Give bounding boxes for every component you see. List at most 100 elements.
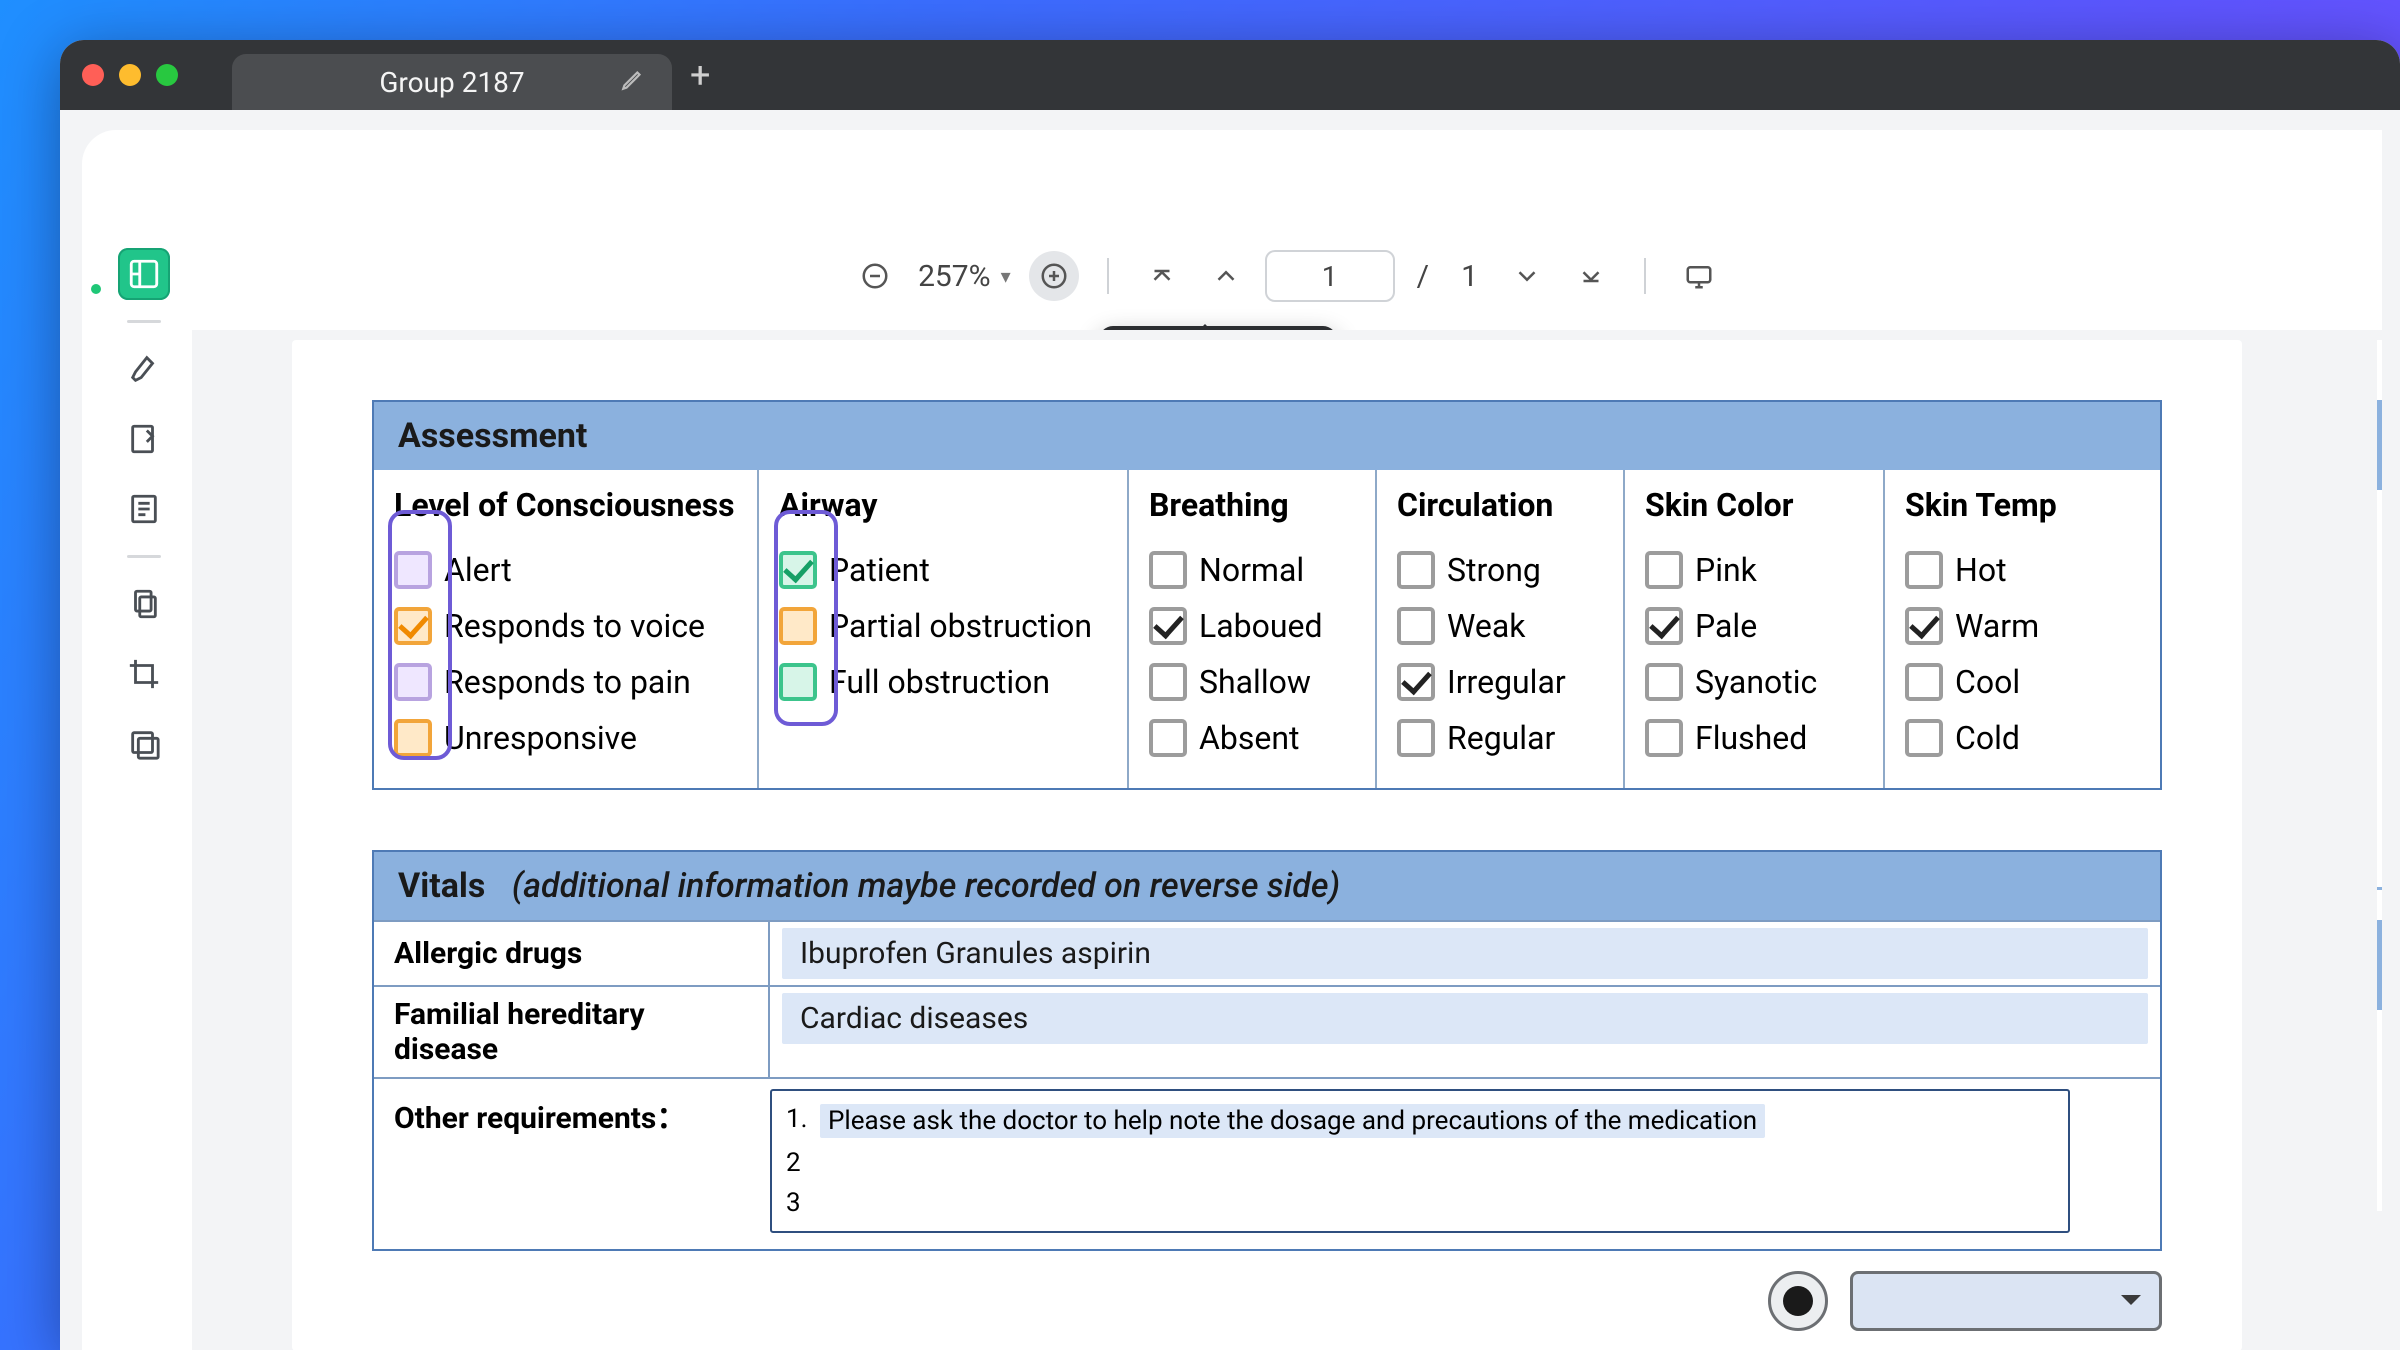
page-separator: / [1409, 259, 1437, 294]
extract-icon[interactable] [118, 718, 170, 770]
previous-page-button[interactable] [1201, 251, 1251, 301]
caret-down-icon: ▾ [1001, 264, 1011, 288]
radio-button[interactable] [1768, 1271, 1828, 1331]
checkbox-full-obstruction[interactable] [779, 663, 817, 701]
list-text: Please ask the doctor to help note the d… [820, 1104, 1765, 1138]
document-page: Assessment Level of Consciousness Alert [292, 340, 2242, 1350]
left-toolbar [116, 248, 172, 770]
checkbox-cool[interactable] [1905, 663, 1943, 701]
status-indicator [91, 284, 101, 294]
document-page-2: Skin C Pi Pa Sy Fl edication [2377, 340, 2382, 1211]
plus-icon[interactable]: + [690, 54, 710, 96]
checkbox-row: Partial obstruction [779, 598, 1107, 654]
footer-controls [292, 1251, 2242, 1350]
separator [1644, 258, 1646, 294]
page-total: 1 [1451, 259, 1488, 294]
other-requirements-box[interactable]: 1. Please ask the doctor to help note th… [770, 1089, 2070, 1233]
checkbox-label: Partial obstruction [829, 607, 1092, 645]
truncated-text: edication [2377, 1130, 2382, 1211]
list-item: 2 [786, 1143, 2054, 1183]
highlighter-icon[interactable] [118, 343, 170, 395]
checkbox-label: Normal [1199, 551, 1304, 589]
checkbox-label: Irregular [1447, 663, 1566, 701]
checkbox-weak[interactable] [1397, 607, 1435, 645]
document-tab[interactable]: Group 2187 [232, 54, 672, 110]
vitals-subtitle: (additional information maybe recorded o… [512, 866, 1340, 906]
app-shell: 257% ▾ 1 / 1 [82, 130, 2382, 1350]
radio-inner-dot [1783, 1286, 1813, 1316]
field-label: Allergic drugs [374, 922, 770, 985]
column-airway: Airway Patient Partial obstruction [759, 470, 1129, 788]
checkbox-hot[interactable] [1905, 551, 1943, 589]
checkbox-normal[interactable] [1149, 551, 1187, 589]
close-window-button[interactable] [82, 64, 104, 86]
checkbox-laboured[interactable] [1149, 607, 1187, 645]
column-title: Level of Consciousness [394, 486, 737, 524]
checkbox-label: Pink [1695, 551, 1757, 589]
fill-sign-icon[interactable] [118, 413, 170, 465]
field-label: Other requirements： [374, 1079, 770, 1249]
checkbox-label: Laboued [1199, 607, 1323, 645]
checkbox-cold[interactable] [1905, 719, 1943, 757]
vitals-row-hereditary: Familial hereditary disease Cardiac dise… [374, 985, 2160, 1077]
checkbox-unresponsive[interactable] [394, 719, 432, 757]
column-breathing: Breathing Normal Laboued Shallow Absent [1129, 470, 1377, 788]
checkbox-responds-pain[interactable] [394, 663, 432, 701]
checkbox-syanotic[interactable] [1645, 663, 1683, 701]
document-canvas[interactable]: Assessment Level of Consciousness Alert [192, 330, 2382, 1350]
checkbox-warm[interactable] [1905, 607, 1943, 645]
checkbox-irregular[interactable] [1397, 663, 1435, 701]
zoom-out-button[interactable] [850, 251, 900, 301]
assessment-header: Assessment [374, 402, 2160, 470]
crop-icon[interactable] [118, 648, 170, 700]
zoom-in-button[interactable] [1029, 251, 1079, 301]
checkbox-label: Syanotic [1695, 663, 1817, 701]
tab-title: Group 2187 [379, 66, 524, 99]
checkbox-row: Alert [394, 542, 737, 598]
checkbox-label: Hot [1955, 551, 2007, 589]
checkbox-label: Warm [1955, 607, 2039, 645]
minimize-window-button[interactable] [119, 64, 141, 86]
checkbox-shallow[interactable] [1149, 663, 1187, 701]
caret-down-icon [2121, 1295, 2141, 1315]
checkbox-strong[interactable] [1397, 551, 1435, 589]
presentation-mode-button[interactable] [1674, 251, 1724, 301]
checkbox-responds-voice[interactable] [394, 607, 432, 645]
checkbox-partial-obstruction[interactable] [779, 607, 817, 645]
checkbox-regular[interactable] [1397, 719, 1435, 757]
dropdown-field[interactable] [1850, 1271, 2162, 1331]
pencil-icon[interactable] [620, 66, 646, 98]
checkbox-label: Pale [1695, 607, 1757, 645]
form-icon[interactable] [118, 483, 170, 535]
checkbox-patient[interactable] [779, 551, 817, 589]
checkbox-row: Responds to voice [394, 598, 737, 654]
checkbox-flushed[interactable] [1645, 719, 1683, 757]
fullscreen-window-button[interactable] [156, 64, 178, 86]
checkbox-label: Cold [1955, 719, 2020, 757]
zoom-level-dropdown[interactable]: 257% ▾ [914, 259, 1015, 294]
page-number-input[interactable]: 1 [1265, 250, 1395, 302]
checkbox-label: Responds to voice [444, 607, 705, 645]
app-window: Group 2187 + [60, 40, 2400, 1350]
checkbox-row: Patient [779, 542, 1107, 598]
duplicate-page-icon[interactable] [118, 578, 170, 630]
next-page-button[interactable] [1502, 251, 1552, 301]
column-level-of-consciousness: Level of Consciousness Alert Responds to… [374, 470, 759, 788]
checkbox-pink[interactable] [1645, 551, 1683, 589]
column-title: Skin Color [1645, 486, 1863, 524]
panel-layout-icon[interactable] [118, 248, 170, 300]
assessment-grid: Level of Consciousness Alert Responds to… [374, 470, 2160, 788]
vitals-section: Vitals (additional information maybe rec… [372, 850, 2162, 1251]
hereditary-disease-input[interactable]: Cardiac diseases [782, 993, 2148, 1044]
checkbox-absent[interactable] [1149, 719, 1187, 757]
list-item: 3 [786, 1183, 2054, 1223]
checkbox-alert[interactable] [394, 551, 432, 589]
checkbox-label: Cool [1955, 663, 2020, 701]
allergic-drugs-input[interactable]: Ibuprofen Granules aspirin [782, 928, 2148, 979]
last-page-button[interactable] [1566, 251, 1616, 301]
field-label: Familial hereditary disease [374, 987, 770, 1077]
first-page-button[interactable] [1137, 251, 1187, 301]
checkbox-pale[interactable] [1645, 607, 1683, 645]
window-controls [82, 64, 178, 86]
column-title: Skin Temp [1905, 486, 2152, 524]
